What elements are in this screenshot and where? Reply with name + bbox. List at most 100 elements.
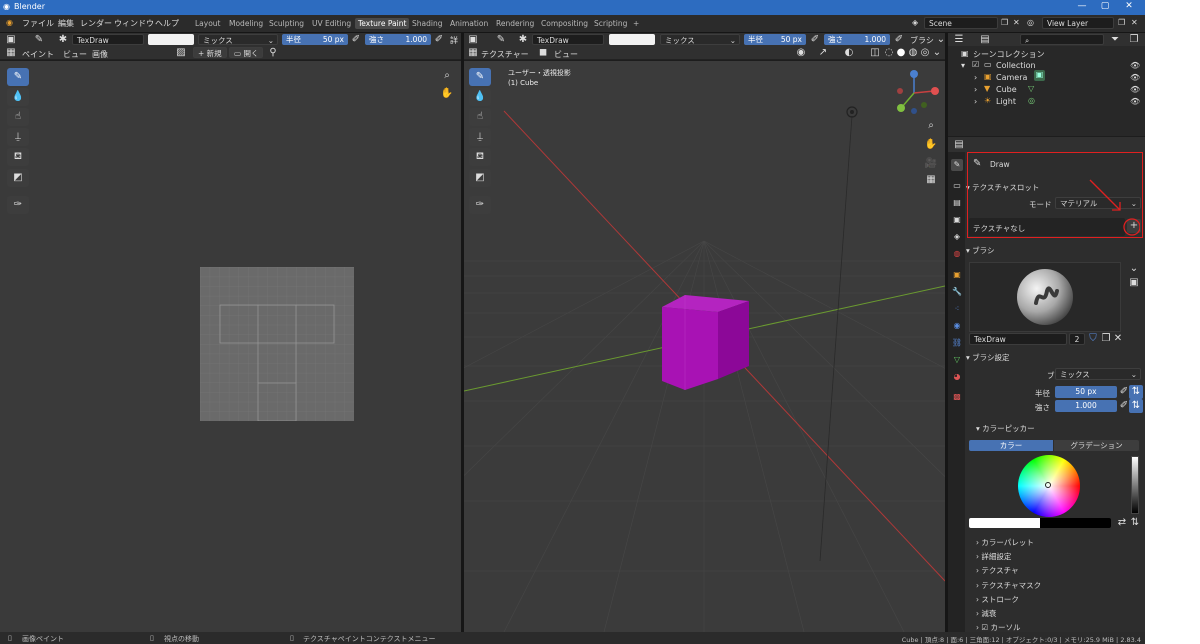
tab-modeling[interactable]: Modeling (226, 18, 266, 29)
output-tab-icon[interactable]: ▤ (951, 197, 963, 209)
image-menu-view[interactable]: ビュー (63, 49, 87, 60)
brush-datablock-name[interactable]: TexDraw (969, 333, 1067, 345)
menu-window[interactable]: ウィンドウ (114, 18, 154, 29)
world-tab-icon[interactable]: ◍ (951, 248, 963, 260)
subpanel-falloff[interactable]: › 減衰 (976, 608, 996, 619)
image-header-overflow[interactable]: 詳 (450, 35, 458, 46)
minimize-icon[interactable]: — (1075, 1, 1089, 11)
mask-mode-icon[interactable]: ◼ (536, 46, 550, 60)
viewport-canvas[interactable]: ユーザー・透視投影 (1) Cube ✎ 💧 ☝ ⍊ ⛾ ◩ ✑ ⌕ ✋ 🎥 ▦ (464, 61, 945, 632)
editor-type-icon[interactable]: ▣ (4, 33, 18, 47)
add-workspace-button[interactable]: + (630, 18, 642, 29)
tool-fill[interactable]: ⛾ (7, 148, 29, 166)
strength-pressure-icon[interactable]: ✐ (432, 33, 446, 47)
color-wheel[interactable] (1018, 455, 1080, 517)
zoom-icon[interactable]: ⌕ (440, 69, 454, 83)
tool-mask[interactable]: ◩ (7, 169, 29, 187)
tool-settings-tab-icon[interactable]: ✎ (951, 159, 963, 171)
object-tab-icon[interactable]: ▣ (951, 269, 963, 281)
tab-texture-paint[interactable]: Texture Paint (355, 18, 410, 29)
primary-secondary-color-swatch[interactable] (969, 518, 1111, 528)
gradient-tab[interactable]: グラデーション (1054, 440, 1139, 451)
vp-tool-fill[interactable]: ⛾ (469, 148, 491, 166)
image-blend-dropdown[interactable]: ミックス ⌄ (198, 34, 278, 45)
tab-compositing[interactable]: Compositing (538, 18, 591, 29)
modifier-tab-icon[interactable]: 🔧 (951, 286, 963, 298)
radius-pressure-icon[interactable]: ✐ (349, 33, 363, 47)
camera-data-icon[interactable]: ▣ (1034, 70, 1045, 81)
strength-slider[interactable]: 1.000 (1055, 400, 1117, 412)
material-tab-icon[interactable]: ◕ (951, 371, 963, 383)
vp-tool-soften[interactable]: 💧 (469, 88, 491, 106)
image-mode-dropdown[interactable]: ペイント (22, 49, 54, 60)
light-data-icon[interactable]: ◎ (1028, 96, 1035, 105)
collection-expand-icon[interactable]: ▾ (961, 61, 965, 70)
camera-expand-icon[interactable]: › (974, 73, 977, 82)
cube-mesh-icon[interactable]: ▽ (1028, 84, 1034, 93)
scene-selector[interactable]: Scene (924, 17, 998, 29)
subpanel-texture[interactable]: › テクスチャ (976, 565, 1019, 576)
close-icon[interactable]: ✕ (1122, 1, 1136, 11)
brush-specials-icon[interactable]: ⌄ (1127, 262, 1141, 276)
image-strength-slider[interactable]: 強さ 1.000 (365, 34, 431, 45)
render-tab-icon[interactable]: ▭ (951, 180, 963, 192)
open-image-button[interactable]: ▭ 開く (229, 47, 263, 58)
ortho-grid-icon[interactable]: ▦ (924, 173, 938, 187)
viewport-brush-icon[interactable]: ✎ (494, 33, 508, 47)
color-pressure-icon[interactable]: ⇅ (1128, 516, 1142, 530)
brush-section-header[interactable]: ▾ ブラシ (966, 245, 995, 256)
tab-uv-editing[interactable]: UV Editing (309, 18, 354, 29)
tool-clone[interactable]: ⍊ (7, 128, 29, 146)
brush-icon-toggle[interactable]: ▣ (1127, 276, 1141, 290)
viewport-mode-icon[interactable]: ▦ (466, 46, 480, 60)
unlink-brush-icon[interactable]: ✕ (1111, 332, 1125, 346)
camera-visibility-icon[interactable]: 👁 (1130, 73, 1140, 82)
outliner-item-cube[interactable]: Cube (996, 85, 1017, 94)
color-tab[interactable]: カラー (969, 440, 1053, 451)
delete-view-layer-icon[interactable]: ✕ (1131, 18, 1138, 27)
viewport-radius-pressure-icon[interactable]: ✐ (808, 33, 822, 47)
overlays-icon[interactable]: ◐ (842, 46, 856, 60)
tool-soften[interactable]: 💧 (7, 88, 29, 106)
gizmo-toggle-icon[interactable]: ↗ (816, 46, 830, 60)
texture-mode-dropdown[interactable]: マテリアル ⌄ (1055, 197, 1141, 209)
image-radius-slider[interactable]: 半径 50 px (282, 34, 348, 45)
tab-scripting[interactable]: Scripting (591, 18, 630, 29)
data-tab-icon[interactable]: ▽ (951, 354, 963, 366)
viewport-strength-pressure-icon[interactable]: ✐ (892, 33, 906, 47)
vp-tool-annotate[interactable]: ✑ (469, 196, 491, 214)
viewport-header-overflow[interactable]: ブラシ (910, 35, 934, 46)
delete-scene-icon[interactable]: ✕ (1013, 18, 1020, 27)
strength-pressure-toggle-icon[interactable]: ⇅ (1129, 399, 1143, 413)
texture-slots-header[interactable]: ▾ テクスチャスロット (966, 182, 1039, 193)
light-visibility-icon[interactable]: 👁 (1130, 97, 1140, 106)
pan-hand-icon[interactable]: ✋ (440, 87, 454, 101)
new-image-button[interactable]: + 新規 (193, 47, 227, 58)
shading-options-icon[interactable]: ⌄ (930, 46, 944, 60)
viewport-radius-slider[interactable]: 半径 50 px (744, 34, 806, 45)
outliner-item-light[interactable]: Light (996, 97, 1016, 106)
texture-tab-icon[interactable]: ▩ (951, 391, 963, 403)
image-color-swatch[interactable] (148, 34, 194, 45)
color-picker-header[interactable]: ▾ カラーピッカー (976, 423, 1035, 434)
image-editor-type-icon[interactable]: ▦ (4, 46, 18, 60)
menu-edit[interactable]: 編集 (58, 18, 74, 29)
physics-tab-icon[interactable]: ◉ (951, 320, 963, 332)
view-layer-tab-icon[interactable]: ▣ (951, 214, 963, 226)
outliner-item-collection[interactable]: Collection (996, 61, 1036, 70)
subpanel-advanced[interactable]: › 詳細設定 (976, 551, 1011, 562)
vp-tool-draw[interactable]: ✎ (469, 68, 491, 86)
fake-user-shield-icon[interactable]: ⛉ (1086, 332, 1100, 346)
image-browse-icon[interactable]: ▨ (174, 46, 188, 60)
menu-render[interactable]: レンダー (80, 18, 112, 29)
viewport-mode-dropdown[interactable]: テクスチャー (481, 49, 529, 60)
outliner-search-input[interactable]: ⌕ (1020, 34, 1104, 45)
brush-settings-header[interactable]: ▾ ブラシ設定 (966, 352, 1010, 363)
vp-tool-clone[interactable]: ⍊ (469, 128, 491, 146)
constraints-tab-icon[interactable]: ⛓ (951, 337, 963, 349)
vp-pan-hand-icon[interactable]: ✋ (924, 138, 938, 152)
tab-sculpting[interactable]: Sculpting (266, 18, 307, 29)
blend-dropdown[interactable]: ミックス ⌄ (1055, 368, 1141, 380)
viewport-color-swatch[interactable] (609, 34, 655, 45)
cube-visibility-icon[interactable]: 👁 (1130, 85, 1140, 94)
